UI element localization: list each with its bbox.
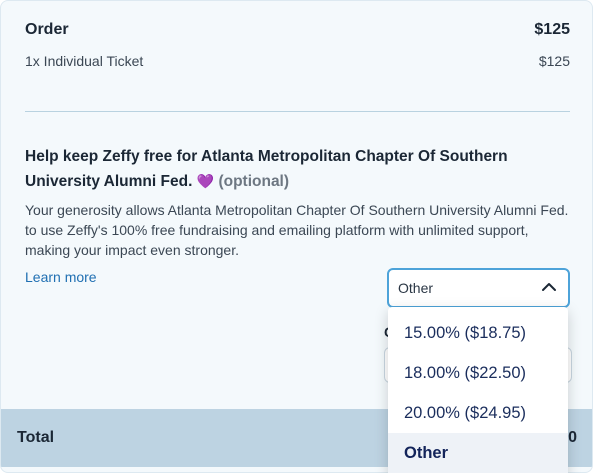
tip-option-other[interactable]: Other xyxy=(388,433,568,473)
purple-heart-icon: 💜 xyxy=(196,173,215,189)
tip-title: Help keep Zeffy free for Atlanta Metropo… xyxy=(25,145,545,194)
select-value: Other xyxy=(398,280,434,296)
order-total-amount: $125 xyxy=(534,21,570,38)
tip-option-20[interactable]: 20.00% ($24.95) xyxy=(388,393,568,433)
learn-more-link[interactable]: Learn more xyxy=(25,269,97,285)
optional-tag: (optional) xyxy=(218,173,290,190)
order-title: Order xyxy=(25,21,69,38)
order-header: Order $125 xyxy=(25,21,570,39)
total-label: Total xyxy=(17,429,55,446)
chevron-up-icon xyxy=(540,278,558,299)
tip-description: Your generosity allows Atlanta Metropoli… xyxy=(25,202,569,258)
tip-option-18[interactable]: 18.00% ($22.50) xyxy=(388,353,568,393)
line-item-label: 1x Individual Ticket xyxy=(25,53,144,69)
line-item-price: $125 xyxy=(538,53,570,69)
tip-option-15[interactable]: 15.00% ($18.75) xyxy=(388,313,568,353)
divider xyxy=(25,111,570,112)
tip-amount-select[interactable]: Other xyxy=(387,268,570,308)
tip-options-dropdown: 15.00% ($18.75) 18.00% ($22.50) 20.00% (… xyxy=(388,307,568,473)
order-line-item: 1x Individual Ticket $125 xyxy=(25,53,570,69)
